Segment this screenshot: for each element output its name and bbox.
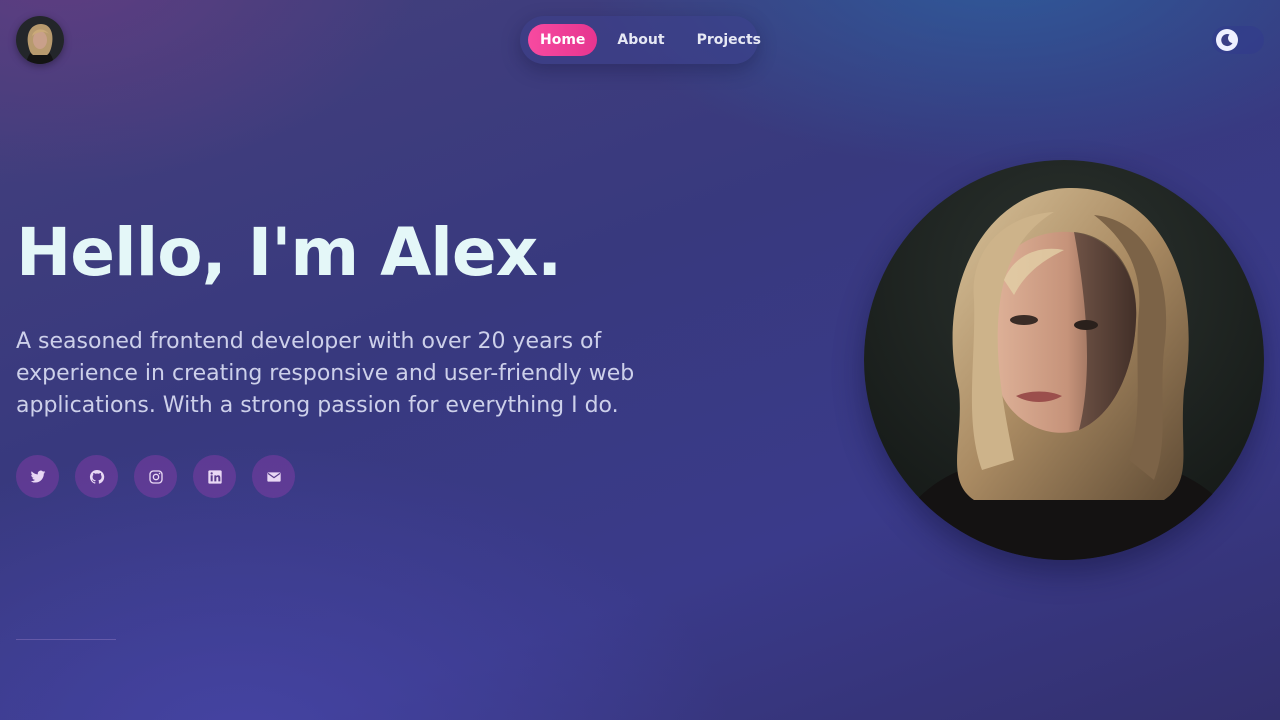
nav-projects[interactable]: Projects: [685, 24, 773, 56]
moon-icon: [1221, 34, 1233, 47]
hero-description: A seasoned frontend developer with over …: [16, 329, 635, 418]
toggle-knob: [1216, 29, 1238, 51]
profile-portrait: [864, 160, 1264, 560]
instagram-button[interactable]: [134, 455, 177, 498]
portrait-image: [864, 160, 1264, 560]
email-button[interactable]: [252, 455, 295, 498]
divider: [16, 639, 116, 640]
twitter-icon: [30, 470, 45, 483]
social-links: [16, 455, 311, 498]
github-icon: [89, 469, 104, 484]
main-nav: Home About Projects: [520, 16, 761, 64]
avatar-image: [16, 16, 64, 64]
avatar[interactable]: [16, 16, 64, 64]
twitter-button[interactable]: [16, 455, 59, 498]
theme-toggle[interactable]: [1212, 26, 1264, 54]
linkedin-button[interactable]: [193, 455, 236, 498]
instagram-icon: [148, 469, 163, 484]
linkedin-icon: [207, 469, 222, 484]
nav-about[interactable]: About: [605, 24, 676, 56]
github-button[interactable]: [75, 455, 118, 498]
nav-home[interactable]: Home: [528, 24, 598, 56]
email-icon: [266, 471, 281, 482]
hero-title: Hello, I'm Alex.: [16, 214, 562, 291]
